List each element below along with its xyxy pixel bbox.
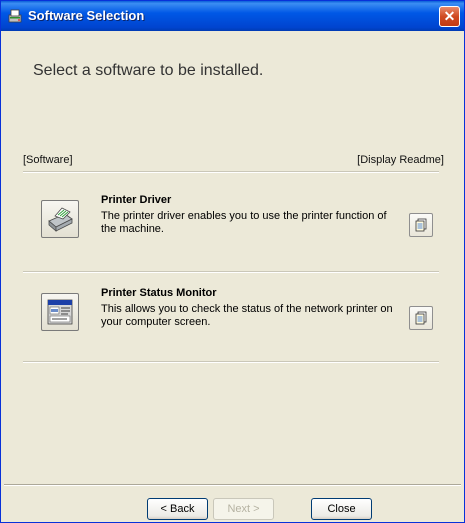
close-icon: ✕ — [443, 8, 456, 24]
printer-driver-description: The printer driver enables you to use th… — [101, 210, 387, 235]
close-button[interactable]: Close — [311, 498, 372, 520]
software-item-printer-driver: Printer Driver The printer driver enable… — [23, 194, 439, 254]
item-divider — [23, 271, 439, 273]
printer-driver-title: Printer Driver — [101, 194, 172, 206]
next-button[interactable]: Next > — [213, 498, 274, 520]
readme-icon — [415, 311, 427, 325]
printer-status-monitor-readme-button[interactable] — [409, 306, 433, 330]
printer-driver-button[interactable] — [41, 200, 79, 238]
item-divider — [23, 361, 439, 363]
footer-divider — [4, 484, 461, 486]
printer-icon — [48, 207, 73, 232]
header-divider — [23, 171, 439, 173]
printer-status-monitor-button[interactable] — [41, 293, 79, 331]
page-title: Select a software to be installed. — [33, 62, 264, 79]
software-column-header: [Software] — [23, 154, 73, 166]
printer-driver-readme-button[interactable] — [409, 213, 433, 237]
readme-icon — [415, 218, 427, 232]
back-button[interactable]: < Back — [147, 498, 208, 520]
close-window-button[interactable]: ✕ — [439, 6, 460, 27]
dialog-content: Select a software to be installed. [Soft… — [4, 31, 461, 519]
readme-column-header: [Display Readme] — [357, 154, 444, 166]
printer-status-monitor-description: This allows you to check the status of t… — [101, 303, 393, 328]
title-bar[interactable]: Software Selection ✕ — [1, 1, 464, 31]
status-monitor-icon — [47, 299, 73, 325]
printer-status-monitor-title: Printer Status Monitor — [101, 287, 217, 299]
software-item-printer-status-monitor: Printer Status Monitor This allows you t… — [23, 287, 439, 347]
installer-icon — [7, 8, 23, 24]
software-selection-window: Software Selection ✕ Select a software t… — [0, 0, 465, 523]
window-title: Software Selection — [28, 8, 145, 23]
